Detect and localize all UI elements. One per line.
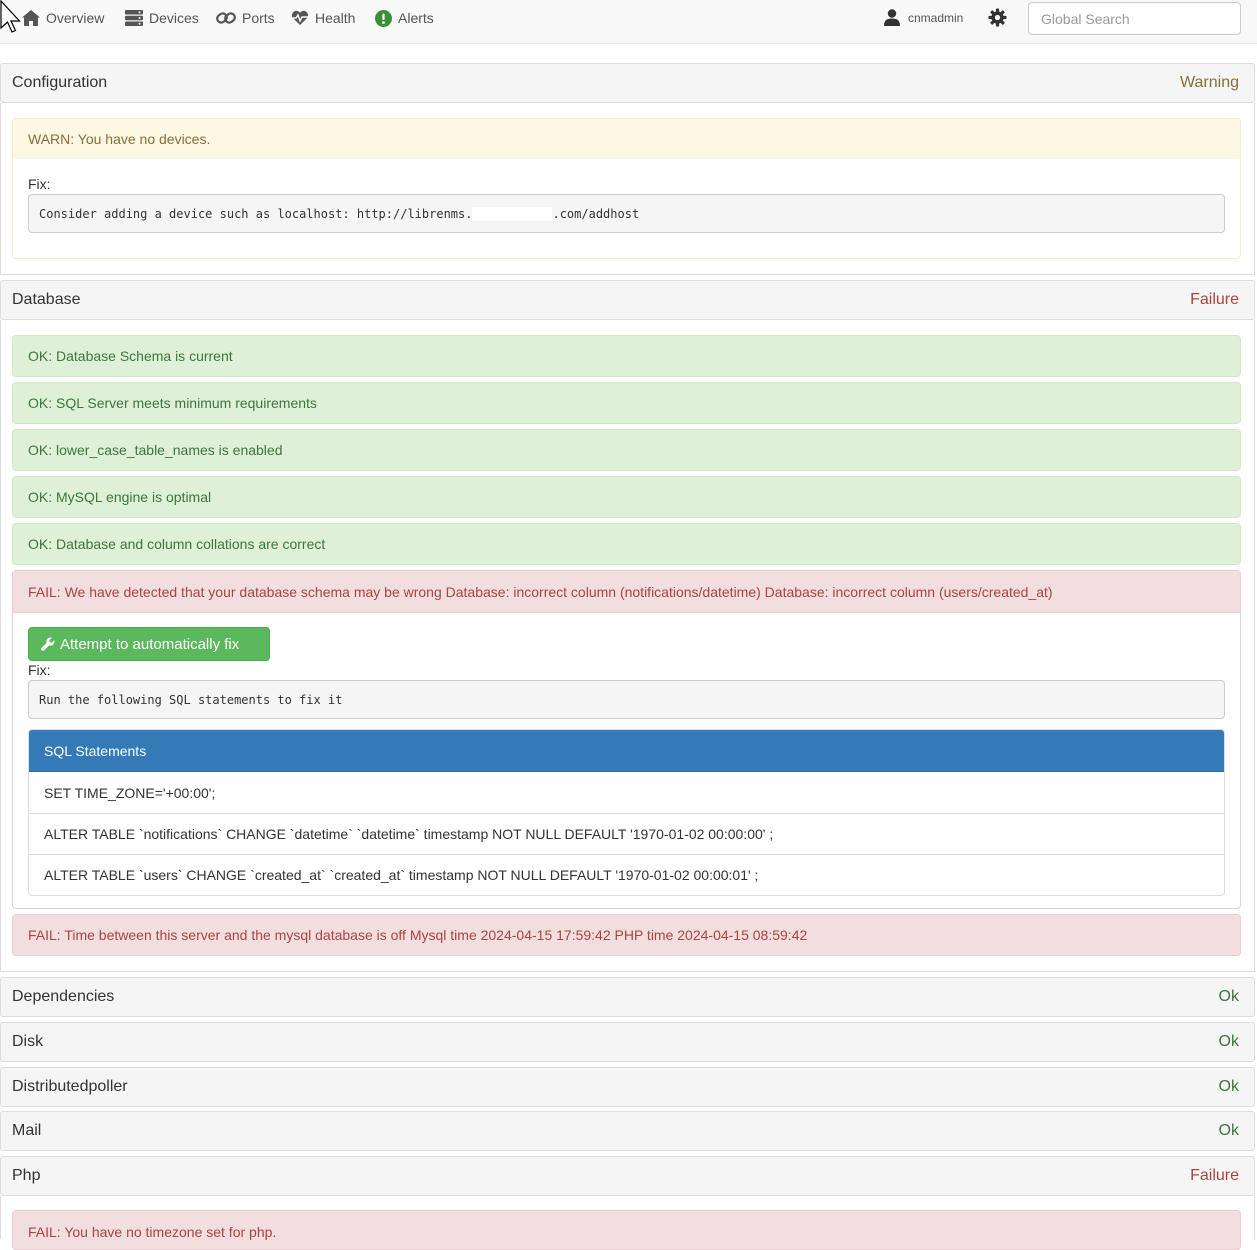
db-fix-label: Fix: <box>28 662 51 678</box>
db-time-fail-alert: FAIL: Time between this server and the m… <box>12 914 1241 956</box>
sql-statements-panel: SQL Statements SET TIME_ZONE='+00:00'; A… <box>28 729 1225 896</box>
nav-ports-label: Ports <box>242 10 275 26</box>
disk-status: Ok <box>1218 1033 1239 1050</box>
db-fix-code: Run the following SQL statements to fix … <box>28 680 1225 719</box>
dependencies-status: Ok <box>1218 988 1239 1005</box>
mail-status: Ok <box>1218 1122 1239 1139</box>
config-warning-box: WARN: You have no devices. Fix: Consider… <box>12 118 1241 259</box>
disk-panel-header[interactable]: Disk Ok <box>0 1022 1255 1062</box>
nav-devices-label: Devices <box>149 10 199 26</box>
configuration-panel-header[interactable]: Configuration Warning <box>0 63 1255 103</box>
disk-title: Disk <box>12 1033 44 1050</box>
redacted-block <box>472 206 553 221</box>
sql-statements-list: SET TIME_ZONE='+00:00'; ALTER TABLE `not… <box>29 772 1224 895</box>
database-status: Failure <box>1190 291 1239 308</box>
distributedpoller-status: Ok <box>1218 1078 1239 1095</box>
php-status: Failure <box>1190 1167 1239 1184</box>
mail-title: Mail <box>12 1122 42 1139</box>
auto-fix-button[interactable]: Attempt to automatically fix <box>28 627 270 661</box>
sql-statement: ALTER TABLE `users` CHANGE `created_at` … <box>29 854 1224 895</box>
distributedpoller-panel-header[interactable]: Distributedpoller Ok <box>0 1067 1255 1107</box>
global-search-input[interactable] <box>1028 2 1241 35</box>
nav-health[interactable]: Health <box>291 8 355 28</box>
mouse-cursor-icon <box>0 0 21 33</box>
dependencies-title: Dependencies <box>12 988 115 1005</box>
nav-devices[interactable]: Devices <box>125 8 199 28</box>
php-panel-body: FAIL: You have no timezone set for php. <box>0 1196 1255 1250</box>
config-fix-prefix: Consider adding a device such as localho… <box>39 206 473 221</box>
server-icon <box>125 10 143 26</box>
db-schema-fail-box: FAIL: We have detected that your databas… <box>12 570 1241 909</box>
db-ok-alert: OK: MySQL engine is optimal <box>12 476 1241 518</box>
user-name: cnmadmin <box>908 10 964 25</box>
nav-alerts[interactable]: Alerts <box>375 8 434 28</box>
php-panel-header[interactable]: Php Failure <box>0 1156 1255 1196</box>
configuration-title: Configuration <box>12 74 108 91</box>
database-title: Database <box>12 291 81 308</box>
config-fix-code: Consider adding a device such as localho… <box>28 194 1225 233</box>
db-ok-alert: OK: SQL Server meets minimum requirement… <box>12 382 1241 424</box>
config-warning-text: WARN: You have no devices. <box>13 119 1240 159</box>
nav-alerts-label: Alerts <box>398 10 434 26</box>
link-icon <box>216 12 236 24</box>
database-panel-body: OK: Database Schema is current OK: SQL S… <box>0 320 1255 972</box>
mail-panel-header[interactable]: Mail Ok <box>0 1111 1255 1151</box>
alert-circle-icon <box>375 9 392 27</box>
db-schema-fail-text: FAIL: We have detected that your databas… <box>13 571 1240 613</box>
db-ok-alert: OK: Database Schema is current <box>12 335 1241 377</box>
gear-icon <box>988 8 1007 27</box>
config-fix-label: Fix: <box>28 176 51 192</box>
heartbeat-icon <box>291 10 309 25</box>
sql-statement: ALTER TABLE `notifications` CHANGE `date… <box>29 813 1224 854</box>
php-fail-alert: FAIL: You have no timezone set for php. <box>12 1210 1241 1250</box>
user-menu[interactable]: cnmadmin <box>884 9 963 26</box>
php-title: Php <box>12 1167 41 1184</box>
home-icon <box>22 10 40 26</box>
dependencies-panel-header[interactable]: Dependencies Ok <box>0 977 1255 1017</box>
db-ok-alert: OK: lower_case_table_names is enabled <box>12 429 1241 471</box>
nav-ports[interactable]: Ports <box>216 8 275 28</box>
user-icon <box>884 9 900 26</box>
configuration-status: Warning <box>1180 74 1239 91</box>
config-fix-suffix: .com/addhost <box>552 206 640 221</box>
nav-overview[interactable]: Overview <box>22 8 104 28</box>
sql-statement: SET TIME_ZONE='+00:00'; <box>29 772 1224 813</box>
auto-fix-label: Attempt to automatically fix <box>60 635 240 653</box>
distributedpoller-title: Distributedpoller <box>12 1078 128 1095</box>
wrench-icon <box>41 637 55 651</box>
db-ok-alert: OK: Database and column collations are c… <box>12 523 1241 565</box>
settings-button[interactable] <box>988 8 1007 30</box>
configuration-panel-body: WARN: You have no devices. Fix: Consider… <box>0 103 1255 275</box>
sql-statements-title: SQL Statements <box>29 730 1224 772</box>
database-panel-header[interactable]: Database Failure <box>0 280 1255 320</box>
nav-overview-label: Overview <box>46 10 105 26</box>
top-navbar: Overview Devices Ports Health Alerts cnm… <box>0 0 1257 44</box>
nav-health-label: Health <box>315 10 356 26</box>
